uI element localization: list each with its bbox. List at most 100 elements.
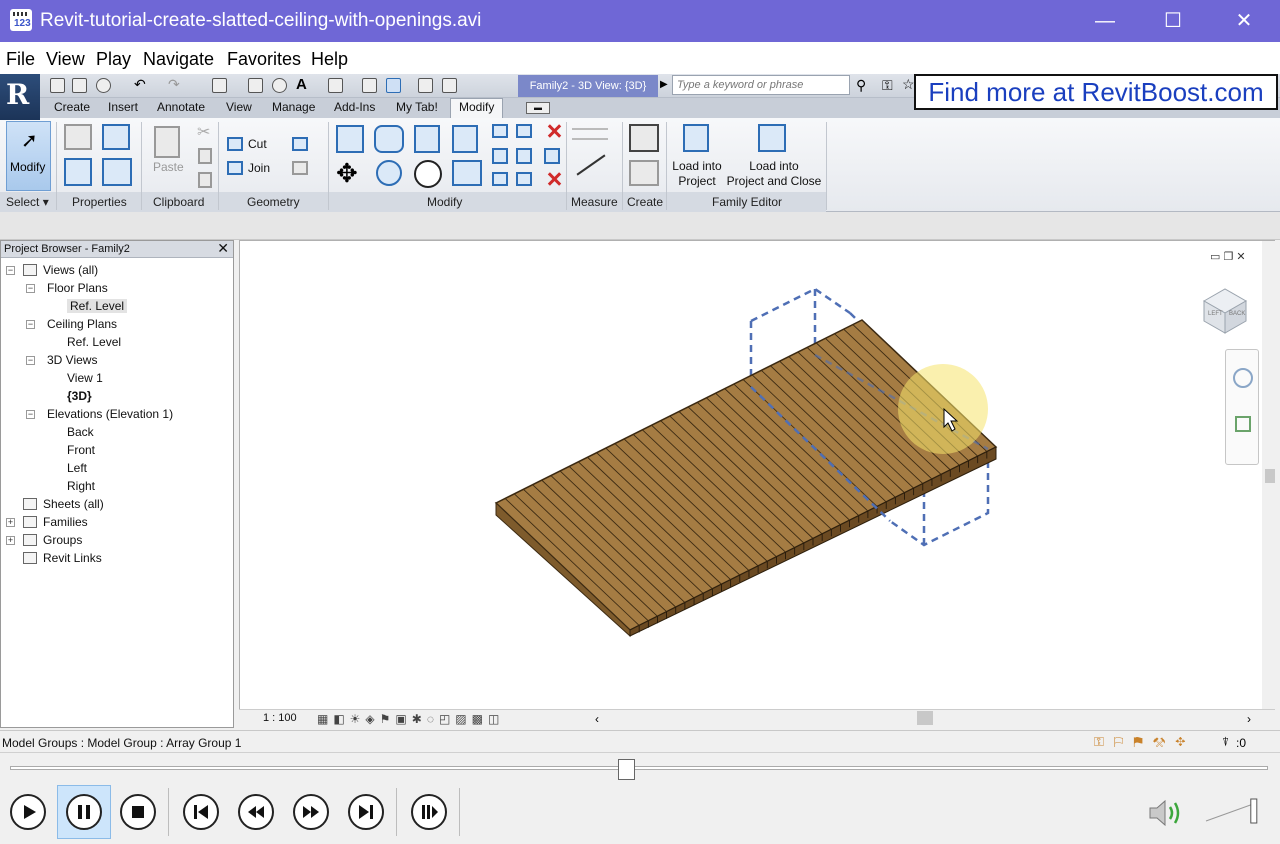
revit-logo-button[interactable]: R [0, 74, 40, 120]
stop-button[interactable] [120, 794, 156, 830]
viewcube[interactable]: LEFT BACK [1200, 285, 1248, 334]
menu-play[interactable]: Play [96, 49, 131, 70]
text-icon[interactable]: A [296, 77, 311, 93]
tree-item[interactable]: Left [67, 461, 87, 475]
load-into-project-close-icon[interactable] [758, 124, 786, 152]
next-button[interactable] [348, 794, 384, 830]
modify-button[interactable]: ➚ Modify [6, 121, 51, 191]
project-browser-close-button[interactable]: ✕ [217, 240, 229, 257]
tab-insert[interactable]: Insert [108, 100, 138, 114]
align-icon[interactable] [336, 125, 364, 153]
menu-help[interactable]: Help [311, 49, 348, 70]
steering-wheel-icon[interactable] [1233, 368, 1253, 388]
selection-filter-icons[interactable]: ⚿⚐⚑⚒✥ [1094, 734, 1196, 750]
view-window-controls[interactable]: ▭ ❐ ✕ [1210, 250, 1246, 263]
create-similar-icon[interactable] [629, 160, 659, 186]
binoculars-icon[interactable]: ⚲ [856, 77, 866, 94]
vertical-scrollbar[interactable] [1262, 241, 1276, 711]
section-icon[interactable] [362, 78, 377, 93]
family-category-icon[interactable] [102, 124, 130, 150]
previous-button[interactable] [183, 794, 219, 830]
array-icon[interactable] [492, 148, 508, 164]
filter-icon[interactable]: ⍒ [1222, 735, 1229, 750]
tree-expander[interactable]: + [6, 536, 15, 545]
split-face-icon[interactable] [292, 161, 308, 175]
menu-file[interactable]: File [6, 49, 35, 70]
join-label[interactable]: Join [248, 161, 270, 175]
tree-expander[interactable]: − [6, 266, 15, 275]
seek-thumb[interactable] [618, 759, 636, 780]
split-element-icon[interactable] [492, 124, 508, 138]
paste-icon[interactable] [154, 126, 180, 158]
delete-icon[interactable] [544, 170, 562, 188]
properties-icon[interactable] [64, 158, 92, 186]
mirror-draw-axis-icon[interactable] [452, 125, 478, 153]
tab-modify[interactable]: Modify [450, 98, 504, 118]
redo-icon[interactable]: ↷ [168, 77, 183, 93]
offset-icon[interactable] [374, 125, 404, 153]
tree-expander[interactable]: − [26, 284, 35, 293]
tree-item[interactable]: Sheets (all) [43, 497, 104, 511]
3d-view-canvas[interactable]: ▭ ❐ ✕ LEFT BACK [239, 240, 1275, 728]
join-geometry-icon[interactable] [227, 161, 243, 175]
tree-expander[interactable]: − [26, 320, 35, 329]
copy-element-icon[interactable] [376, 160, 402, 186]
frame-step-button[interactable] [411, 794, 447, 830]
close-hidden-icon[interactable] [418, 78, 433, 93]
tree-item[interactable]: Elevations (Elevation 1) [47, 407, 173, 421]
horizontal-scroll-thumb[interactable] [917, 711, 933, 725]
load-into-project-label[interactable]: Load into Project [668, 159, 726, 189]
seek-bar[interactable] [10, 766, 1268, 770]
3d-view-icon[interactable] [328, 78, 343, 93]
cut-scissors-icon[interactable]: ✂ [197, 122, 210, 142]
dimension-icon[interactable] [248, 78, 263, 93]
tree-item[interactable]: Ref. Level [67, 299, 128, 313]
speaker-icon[interactable] [1148, 798, 1186, 828]
trim-extend-single-icon[interactable] [492, 172, 508, 186]
tree-expander[interactable]: + [6, 518, 15, 527]
zoom-region-icon[interactable] [1235, 416, 1251, 432]
view-control-icons[interactable]: ▦◧☀◈⚑▣✱◌◰▨▩◫ [317, 712, 504, 726]
measure-icon[interactable] [212, 78, 227, 93]
tab-annotate[interactable]: Annotate [157, 100, 205, 114]
menu-view[interactable]: View [46, 49, 85, 70]
scale-icon[interactable] [516, 148, 532, 164]
tab-manage[interactable]: Manage [272, 100, 315, 114]
maximize-button[interactable]: ☐ [1158, 6, 1188, 36]
load-into-project-icon[interactable] [683, 124, 709, 152]
tree-item[interactable]: View 1 [67, 371, 103, 385]
tree-item[interactable]: Ceiling Plans [47, 317, 117, 331]
aligned-dimension-icon[interactable] [572, 128, 608, 140]
tree-expander[interactable]: − [26, 356, 35, 365]
tab-add-ins[interactable]: Add-Ins [334, 100, 375, 114]
fast-forward-button[interactable] [293, 794, 329, 830]
close-button[interactable]: ✕ [1229, 6, 1259, 36]
favorites-star-icon[interactable]: ☆ [902, 76, 915, 93]
save-icon[interactable] [72, 78, 87, 93]
load-into-project-close-label[interactable]: Load into Project and Close [726, 159, 822, 189]
minimize-button[interactable]: — [1090, 6, 1120, 36]
tag-icon[interactable] [272, 78, 287, 93]
subscription-icon[interactable]: ⚿ [882, 77, 893, 94]
tree-item[interactable]: Floor Plans [47, 281, 108, 295]
menu-navigate[interactable]: Navigate [143, 49, 214, 70]
tree-item[interactable]: 3D Views [47, 353, 97, 367]
tree-item[interactable]: Ref. Level [67, 335, 121, 349]
mirror-pick-axis-icon[interactable] [414, 125, 440, 153]
volume-slider[interactable] [1204, 797, 1268, 825]
minimize-ribbon-icon[interactable]: ▬ [526, 102, 550, 114]
tree-item[interactable]: Right [67, 479, 95, 493]
wall-joins-icon[interactable] [292, 137, 308, 151]
type-properties-icon[interactable] [102, 158, 132, 186]
switch-windows-icon[interactable] [442, 78, 457, 93]
move-icon[interactable]: ✥ [336, 160, 358, 186]
thin-lines-icon[interactable] [386, 78, 401, 93]
search-input[interactable] [672, 75, 850, 95]
menu-favorites[interactable]: Favorites [227, 49, 301, 70]
undo-icon[interactable]: ↶ [134, 77, 149, 93]
split-gap-icon[interactable] [516, 124, 532, 138]
trim-extend-multiple-icon[interactable] [516, 172, 532, 186]
match-properties-icon[interactable] [198, 172, 212, 188]
create-group-icon[interactable] [629, 124, 659, 152]
copy-icon[interactable] [198, 148, 212, 164]
